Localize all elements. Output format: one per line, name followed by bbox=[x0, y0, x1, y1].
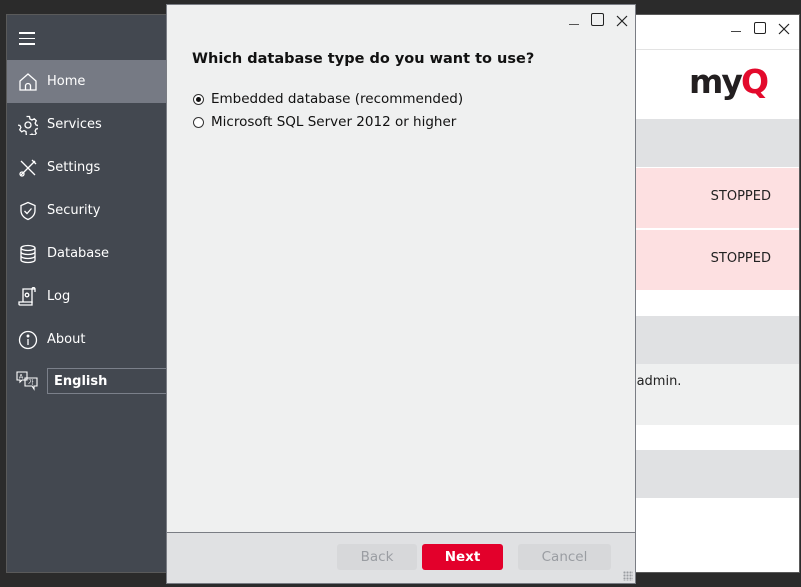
radio-selected-dot bbox=[196, 96, 201, 102]
status-badge: STOPPED bbox=[710, 189, 771, 204]
sidebar-item-label: About bbox=[47, 332, 86, 347]
minimize-button[interactable] bbox=[567, 13, 581, 27]
sidebar-item-about[interactable]: About bbox=[7, 318, 167, 361]
svg-text:가: 가 bbox=[28, 379, 34, 387]
log-scroll-icon bbox=[17, 286, 39, 308]
dialog-footer: Back Next Cancel bbox=[167, 532, 635, 583]
tools-icon bbox=[17, 157, 39, 179]
database-icon bbox=[17, 243, 39, 265]
sidebar-item-label: Settings bbox=[47, 160, 101, 175]
cancel-button[interactable]: Cancel bbox=[518, 544, 611, 570]
radio-button[interactable] bbox=[193, 116, 204, 128]
status-badge: STOPPED bbox=[710, 251, 771, 266]
radio-button[interactable] bbox=[193, 93, 204, 105]
sidebar-item-label: Log bbox=[47, 289, 71, 304]
dialog-question: Which database type do you want to use? bbox=[192, 51, 535, 67]
database-type-dialog: Which database type do you want to use? … bbox=[166, 4, 636, 584]
option-embedded-database[interactable]: Embedded database (recommended) bbox=[193, 91, 463, 107]
close-button[interactable] bbox=[777, 21, 791, 35]
option-sql-server[interactable]: Microsoft SQL Server 2012 or higher bbox=[193, 114, 456, 130]
back-button[interactable]: Back bbox=[337, 544, 417, 570]
maximize-button[interactable] bbox=[591, 13, 605, 27]
translate-icon: A가 bbox=[16, 370, 38, 392]
sidebar-item-home[interactable]: Home bbox=[7, 60, 167, 103]
maximize-button[interactable] bbox=[753, 21, 767, 35]
sidebar-item-services[interactable]: Services bbox=[7, 103, 167, 146]
next-button[interactable]: Next bbox=[422, 544, 503, 570]
sidebar: Home Services Settings Security Database bbox=[7, 15, 167, 572]
shield-icon bbox=[17, 200, 39, 222]
gear-icon bbox=[17, 114, 39, 136]
sidebar-item-label: Home bbox=[47, 74, 86, 89]
sidebar-item-security[interactable]: Security bbox=[7, 189, 167, 232]
home-icon bbox=[17, 71, 39, 93]
sidebar-item-log[interactable]: Log bbox=[7, 275, 167, 318]
sidebar-item-label: Services bbox=[47, 117, 102, 132]
info-text: 'admin. bbox=[633, 374, 682, 389]
sidebar-item-label: Security bbox=[47, 203, 101, 218]
sidebar-item-settings[interactable]: Settings bbox=[7, 146, 167, 189]
resize-grip[interactable] bbox=[623, 571, 633, 581]
sidebar-item-database[interactable]: Database bbox=[7, 232, 167, 275]
main-window-controls bbox=[729, 21, 791, 35]
minimize-button[interactable] bbox=[729, 21, 743, 35]
option-label: Microsoft SQL Server 2012 or higher bbox=[211, 114, 457, 130]
myq-logo: myQ bbox=[689, 62, 769, 101]
close-button[interactable] bbox=[615, 13, 629, 27]
language-select[interactable]: English bbox=[47, 368, 167, 394]
dialog-window-controls bbox=[567, 13, 629, 27]
hamburger-icon[interactable] bbox=[19, 32, 35, 45]
option-label: Embedded database (recommended) bbox=[211, 91, 464, 107]
sidebar-item-label: Database bbox=[47, 246, 110, 261]
language-row: A가 English bbox=[7, 365, 167, 397]
info-icon bbox=[17, 329, 39, 351]
